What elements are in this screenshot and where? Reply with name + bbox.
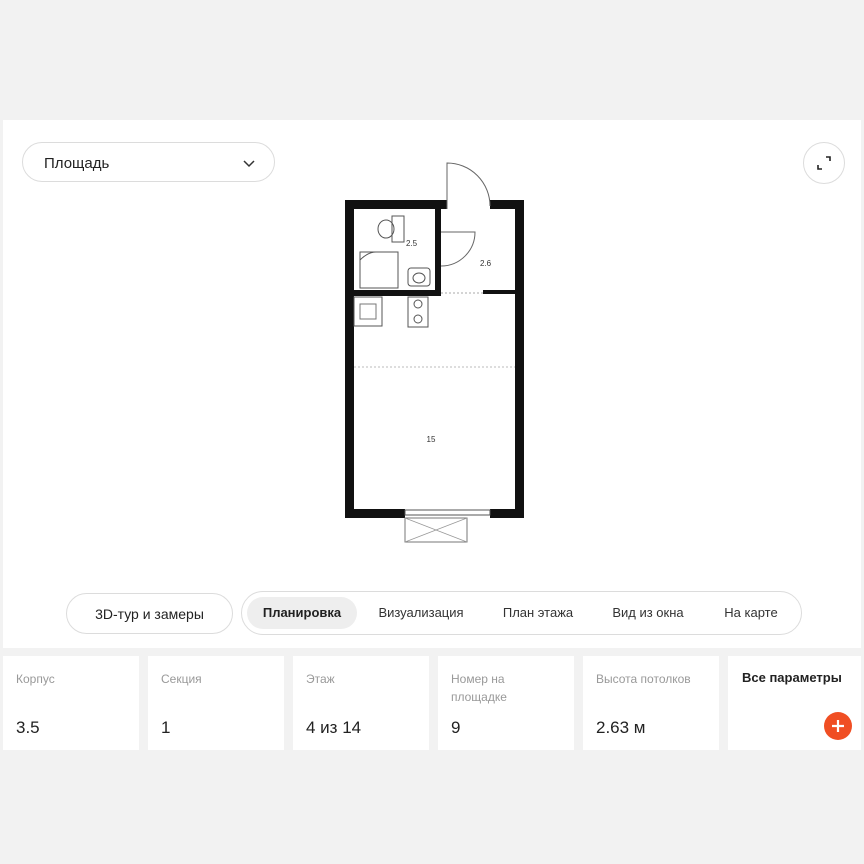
all-params-label: Все параметры — [742, 670, 842, 685]
chevron-down-icon — [243, 160, 255, 168]
hall-area-label: 2.6 — [480, 259, 492, 268]
3d-tour-button[interactable]: 3D-тур и замеры — [66, 593, 233, 634]
param-label: Секция — [161, 672, 202, 686]
param-value: 4 из 14 — [306, 718, 362, 737]
expand-button[interactable] — [803, 142, 845, 184]
view-tabs: Планировка Визуализация План этажа Вид и… — [241, 591, 802, 635]
param-value: 2.63 м — [596, 718, 646, 737]
expand-icon — [817, 156, 831, 170]
tab-planirovka[interactable]: Планировка — [247, 597, 357, 629]
tab-vid-iz-okna[interactable]: Вид из окна — [598, 597, 698, 629]
tab-vizualizatsiya[interactable]: Визуализация — [365, 597, 477, 629]
param-label: Высота потолков — [596, 672, 691, 686]
plus-icon — [832, 720, 844, 732]
area-select-label: Площадь — [44, 155, 110, 172]
param-card-nomer: Номер на площадке 9 — [438, 656, 574, 750]
bathroom-area-label: 2.5 — [406, 239, 418, 248]
param-value: 1 — [161, 718, 171, 737]
tab-plan-etazha[interactable]: План этажа — [488, 597, 588, 629]
tab-na-karte[interactable]: На карте — [708, 597, 794, 629]
param-card-etazh: Этаж 4 из 14 — [293, 656, 429, 750]
param-value: 9 — [451, 718, 461, 737]
param-card-sektsiya: Секция 1 — [148, 656, 284, 750]
param-label: Номер на площадке — [451, 672, 507, 704]
param-card-korpus: Корпус 3.5 — [3, 656, 139, 750]
param-value: 3.5 — [16, 718, 40, 737]
add-button[interactable] — [824, 712, 852, 740]
floor-plan: 2.5 2.6 15 — [345, 162, 524, 543]
param-card-vysota: Высота потолков 2.63 м — [583, 656, 719, 750]
all-params-card[interactable]: Все параметры — [728, 656, 861, 750]
living-area-label: 15 — [427, 435, 436, 444]
param-label: Этаж — [306, 672, 335, 686]
3d-tour-label: 3D-тур и замеры — [95, 606, 204, 622]
param-label: Корпус — [16, 672, 55, 686]
area-select[interactable]: Площадь — [22, 142, 275, 182]
